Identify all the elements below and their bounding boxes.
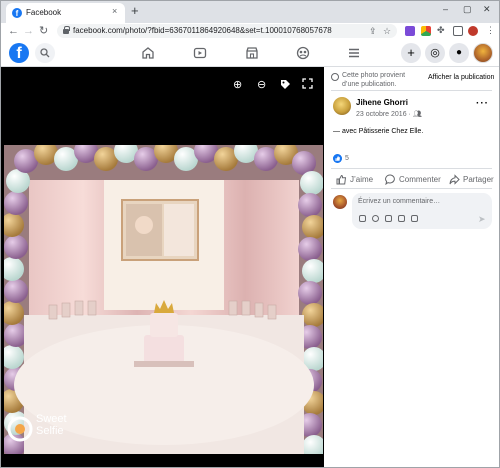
extensions-puzzle-icon[interactable]: ✤ <box>437 25 445 35</box>
browser-tab[interactable]: f Facebook × <box>6 3 125 23</box>
facebook-logo[interactable]: f <box>9 43 29 63</box>
share-arrow-icon <box>449 174 460 185</box>
marketplace-icon[interactable] <box>245 46 259 60</box>
notifications-bell-icon[interactable]: ● <box>449 43 469 63</box>
post-caption: — avec Pâtisserie Chez Elle. <box>333 128 423 135</box>
camera-icon[interactable] <box>385 215 392 222</box>
search-icon <box>40 48 50 58</box>
side-panel-icon[interactable] <box>453 26 463 36</box>
create-button[interactable]: + <box>401 43 421 63</box>
share-page-icon[interactable]: ⇪ <box>369 26 377 36</box>
comment-bubble-icon <box>385 174 395 185</box>
caption-prefix: — avec <box>333 128 359 135</box>
like-reaction-icon[interactable] <box>333 154 342 163</box>
commenter-avatar[interactable] <box>333 195 347 209</box>
share-label: Partager <box>463 175 494 184</box>
divider <box>331 188 492 189</box>
facebook-favicon-icon: f <box>12 8 22 18</box>
browser-toolbar: ← → ↻ facebook.com/photo/?fbid=636701186… <box>1 23 499 40</box>
forward-icon[interactable]: → <box>23 25 34 37</box>
tab-title: Facebook <box>26 8 62 17</box>
bookmark-star-icon[interactable]: ☆ <box>383 26 391 36</box>
publication-notice: Cette photo provient d’une publication. <box>342 72 406 88</box>
groups-icon[interactable] <box>296 46 310 60</box>
browser-window: f Facebook × + ‒ ▢ ✕ ← → ↻ facebook.com/… <box>0 0 500 468</box>
home-icon[interactable] <box>141 46 155 60</box>
more-options-icon[interactable]: ··· <box>476 98 489 109</box>
fullscreen-icon[interactable] <box>302 78 313 89</box>
maximize-icon[interactable]: ▢ <box>463 4 472 15</box>
comment-input[interactable]: Écrivez un commentaire… ➤ <box>352 193 492 229</box>
extension-icon[interactable] <box>405 26 415 36</box>
thumbs-up-icon <box>336 174 347 185</box>
close-window-icon[interactable]: ✕ <box>483 4 491 15</box>
avatar-sticker-icon[interactable] <box>359 215 366 222</box>
post-photo: Sweet Selfie <box>4 145 323 454</box>
url-text[interactable]: facebook.com/photo/?fbid=636701186492064… <box>73 26 332 35</box>
party-decoration-image <box>4 145 323 454</box>
sweet-selfie-watermark: Sweet Selfie <box>36 413 67 437</box>
watch-icon[interactable] <box>193 46 207 60</box>
reload-icon[interactable]: ↻ <box>39 25 48 37</box>
post-side-panel: Cette photo provient d’une publication. … <box>324 67 499 467</box>
author-avatar[interactable] <box>333 97 351 115</box>
back-icon[interactable]: ← <box>8 25 19 37</box>
friends-audience-icon: 👥︎ <box>412 111 422 118</box>
tag-icon[interactable] <box>280 79 291 90</box>
caption-suffix: . <box>421 128 424 135</box>
show-publication-link[interactable]: Afficher la publication <box>428 74 494 81</box>
zoom-out-icon[interactable]: ⊖ <box>257 78 266 91</box>
divider <box>331 90 492 91</box>
divider <box>331 168 492 169</box>
messenger-icon[interactable]: ◎ <box>425 43 445 63</box>
minimize-icon[interactable]: ‒ <box>443 4 448 14</box>
profile-avatar[interactable] <box>468 26 478 36</box>
tab-close-icon[interactable]: × <box>112 6 117 16</box>
post-date-text: 23 octobre 2016 · <box>356 111 411 118</box>
facebook-header: f + ◎ ● <box>1 40 499 67</box>
comment-label: Commenter <box>399 175 441 184</box>
photo-viewer: ⊕ ⊖ Sweet Selfie <box>1 67 324 467</box>
sticker-icon[interactable] <box>411 215 418 222</box>
author-name[interactable]: Jihene Ghorri <box>356 98 408 107</box>
search-button[interactable] <box>35 43 55 63</box>
send-icon[interactable]: ➤ <box>478 214 486 225</box>
address-bar[interactable]: facebook.com/photo/?fbid=636701186492064… <box>57 24 397 38</box>
watermark-line2: Selfie <box>36 425 64 437</box>
tab-strip: f Facebook × + ‒ ▢ ✕ <box>1 1 499 23</box>
lock-icon[interactable] <box>63 26 70 34</box>
gif-icon[interactable] <box>398 215 405 222</box>
menu-icon[interactable] <box>347 46 361 60</box>
watermark-line1: Sweet <box>36 413 67 425</box>
info-icon <box>331 73 339 81</box>
reactions-count[interactable]: 5 <box>345 155 349 162</box>
post-date[interactable]: 23 octobre 2016 · 👥︎ <box>356 110 422 118</box>
new-tab-button[interactable]: + <box>131 4 139 18</box>
chrome-menu-icon[interactable]: ⋮ <box>486 25 495 35</box>
zoom-in-icon[interactable]: ⊕ <box>233 78 242 91</box>
account-avatar[interactable] <box>473 43 493 63</box>
like-label: J’aime <box>350 175 374 184</box>
emoji-icon[interactable] <box>372 215 379 222</box>
extension-color-icon[interactable] <box>421 26 431 36</box>
comment-placeholder[interactable]: Écrivez un commentaire… <box>358 198 440 205</box>
tagged-page-link[interactable]: Pâtisserie Chez Elle <box>359 128 422 135</box>
